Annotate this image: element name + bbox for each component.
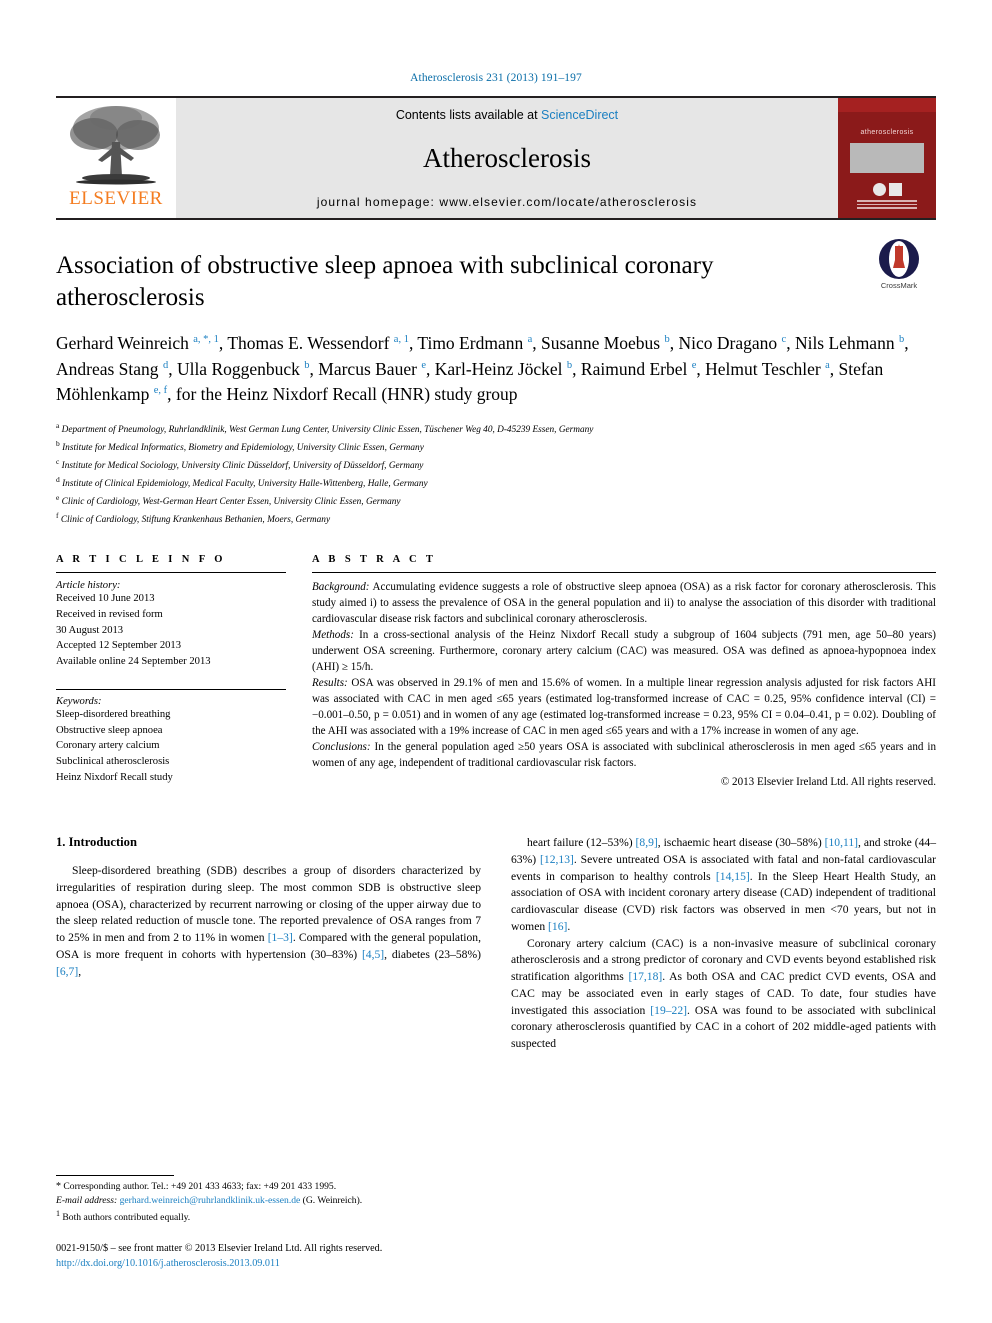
footnote-rule	[56, 1174, 174, 1176]
corresponding-author-note: * Corresponding author. Tel.: +49 201 43…	[56, 1180, 337, 1192]
abstract-section-text: In a cross-sectional analysis of the Hei…	[312, 629, 936, 674]
affiliation-text: Department of Pneumology, Ruhrlandklinik…	[61, 424, 594, 435]
crossmark-badge[interactable]: CrossMark	[862, 238, 936, 290]
affiliation-item: a Department of Pneumology, Ruhrlandklin…	[56, 420, 936, 438]
body-columns: 1. Introduction Sleep-disordered breathi…	[56, 835, 936, 1053]
equal-contribution-note: 1 Both authors contributed equally.	[56, 1208, 191, 1224]
crossmark-label: CrossMark	[880, 281, 918, 290]
intro-paragraph-right-1: heart failure (12–53%) [8,9], ischaemic …	[511, 836, 937, 933]
abstract-section-label: Results:	[312, 677, 348, 690]
keyword-item: Subclinical atherosclerosis	[56, 755, 170, 767]
body-column-left: 1. Introduction Sleep-disordered breathi…	[56, 835, 481, 1053]
affiliation-text: Clinic of Cardiology, West-German Heart …	[61, 497, 401, 508]
section-heading-introduction: 1. Introduction	[56, 835, 137, 850]
sciencedirect-link[interactable]: ScienceDirect	[541, 108, 618, 122]
affiliation-item: c Institute for Medical Sociology, Unive…	[56, 456, 936, 474]
keyword-item: Obstructive sleep apnoea	[56, 724, 163, 736]
abstract-section: Results: OSA was observed in 29.1% of me…	[312, 676, 936, 740]
keyword-item: Heinz Nixdorf Recall study	[56, 771, 173, 783]
article-history-item: Received 10 June 2013	[56, 593, 155, 605]
article-history-item: 30 August 2013	[56, 624, 124, 636]
affiliation-text: Institute of Clinical Epidemiology, Medi…	[62, 479, 428, 490]
doi-link[interactable]: http://dx.doi.org/10.1016/j.atherosclero…	[56, 1257, 461, 1271]
abstract-column: A B S T R A C T Background: Accumulating…	[312, 554, 936, 791]
article-history-item: Available online 24 September 2013	[56, 655, 211, 667]
keyword-item: Sleep-disordered breathing	[56, 709, 171, 721]
cover-text-lines	[857, 200, 917, 211]
journal-homepage-link[interactable]: journal homepage: www.elsevier.com/locat…	[317, 195, 697, 209]
contents-available-line: Contents lists available at ScienceDirec…	[396, 108, 618, 122]
crossmark-icon	[879, 239, 919, 279]
abstract-copyright: © 2013 Elsevier Ireland Ltd. All rights …	[720, 776, 936, 789]
elsevier-wordmark: ELSEVIER	[69, 188, 163, 209]
abstract-section-label: Conclusions:	[312, 741, 371, 754]
abstract-section-text: Accumulating evidence suggests a role of…	[312, 581, 936, 626]
affiliation-list: a Department of Pneumology, Ruhrlandklin…	[56, 420, 936, 529]
article-history-item: Received in revised form	[56, 609, 163, 621]
abstract-section: Background: Accumulating evidence sugges…	[312, 580, 936, 628]
cover-badge-circle-icon	[872, 183, 886, 197]
article-page: Atherosclerosis 231 (2013) 191–197 ELSEV…	[0, 0, 992, 1323]
contents-prefix: Contents lists available at	[395, 108, 542, 122]
journal-cover-thumbnail: atherosclerosis	[838, 98, 936, 218]
abstract-section-text: OSA was observed in 29.1% of men and 15.…	[312, 677, 936, 738]
affiliation-item: e Clinic of Cardiology, West-German Hear…	[56, 492, 936, 510]
keyword-item: Coronary artery calcium	[56, 740, 160, 752]
page-title: Association of obstructive sleep apnoea …	[56, 252, 714, 311]
article-info-heading: A R T I C L E I N F O	[56, 554, 226, 566]
abstract-body: Background: Accumulating evidence sugges…	[312, 580, 936, 791]
intro-paragraph-left: Sleep-disordered breathing (SDB) describ…	[56, 864, 482, 978]
info-abstract-row: A R T I C L E I N F O Article history: R…	[56, 554, 936, 791]
affiliation-marker: e	[56, 493, 60, 503]
keywords-rule	[56, 689, 286, 691]
abstract-section: Methods: In a cross-sectional analysis o…	[312, 628, 936, 676]
article-info-rule	[56, 572, 286, 574]
abstract-section-text: In the general population aged ≥50 years…	[312, 741, 936, 770]
cover-top-bar	[838, 98, 936, 112]
affiliation-item: b Institute for Medical Informatics, Bio…	[56, 438, 936, 456]
imprint-block: 0021-9150/$ – see front matter © 2013 El…	[56, 1242, 461, 1271]
affiliation-marker: a	[56, 420, 60, 430]
affiliation-text: Institute for Medical Sociology, Univers…	[61, 461, 424, 472]
elsevier-tree-icon	[70, 106, 160, 185]
affiliation-marker: d	[56, 475, 60, 485]
journal-band: Contents lists available at ScienceDirec…	[176, 98, 838, 218]
article-history-label: Article history:	[56, 580, 121, 592]
affiliation-marker: c	[56, 456, 60, 466]
footnote-block: * Corresponding author. Tel.: +49 201 43…	[56, 1174, 461, 1271]
title-block: Association of obstructive sleep apnoea …	[56, 220, 936, 528]
affiliation-text: Institute for Medical Informatics, Biome…	[62, 442, 424, 453]
keywords-block: Keywords: Sleep-disordered breathing Obs…	[56, 689, 286, 785]
running-head: Atherosclerosis 231 (2013) 191–197	[410, 72, 582, 84]
article-history-item: Accepted 12 September 2013	[56, 640, 182, 652]
elsevier-logo: ELSEVIER	[56, 98, 176, 218]
article-info-column: A R T I C L E I N F O Article history: R…	[56, 554, 286, 791]
affiliation-item: f Clinic of Cardiology, Stiftung Kranken…	[56, 510, 936, 528]
affiliation-item: d Institute of Clinical Epidemiology, Me…	[56, 474, 936, 492]
abstract-section-label: Background:	[312, 581, 370, 594]
cover-journal-title: atherosclerosis	[860, 129, 914, 136]
cover-image-placeholder	[850, 143, 924, 174]
keywords-label: Keywords:	[56, 696, 102, 708]
intro-paragraph-right-2: Coronary artery calcium (CAC) is a non-i…	[511, 936, 936, 1051]
abstract-section-label: Methods:	[312, 629, 354, 642]
issn-copyright-line: 0021-9150/$ – see front matter © 2013 El…	[56, 1243, 383, 1255]
abstract-rule	[312, 572, 936, 574]
cover-badges	[872, 183, 902, 197]
abstract-heading: A B S T R A C T	[312, 554, 437, 566]
abstract-section: Conclusions: In the general population a…	[312, 740, 936, 772]
affiliation-marker: f	[56, 511, 59, 521]
journal-title: Atherosclerosis	[423, 143, 591, 173]
affiliation-text: Clinic of Cardiology, Stiftung Krankenha…	[60, 515, 331, 526]
cover-badge-square-icon	[888, 183, 902, 197]
email-address-note[interactable]: E-mail address: gerhard.weinreich@ruhrla…	[56, 1194, 461, 1208]
affiliation-marker: b	[56, 438, 60, 448]
author-list: Gerhard Weinreich a, *, 1, Thomas E. Wes…	[56, 333, 909, 405]
body-column-right: heart failure (12–53%) [8,9], ischaemic …	[511, 835, 936, 1053]
journal-masthead: ELSEVIER Contents lists available at Sci…	[56, 96, 936, 218]
